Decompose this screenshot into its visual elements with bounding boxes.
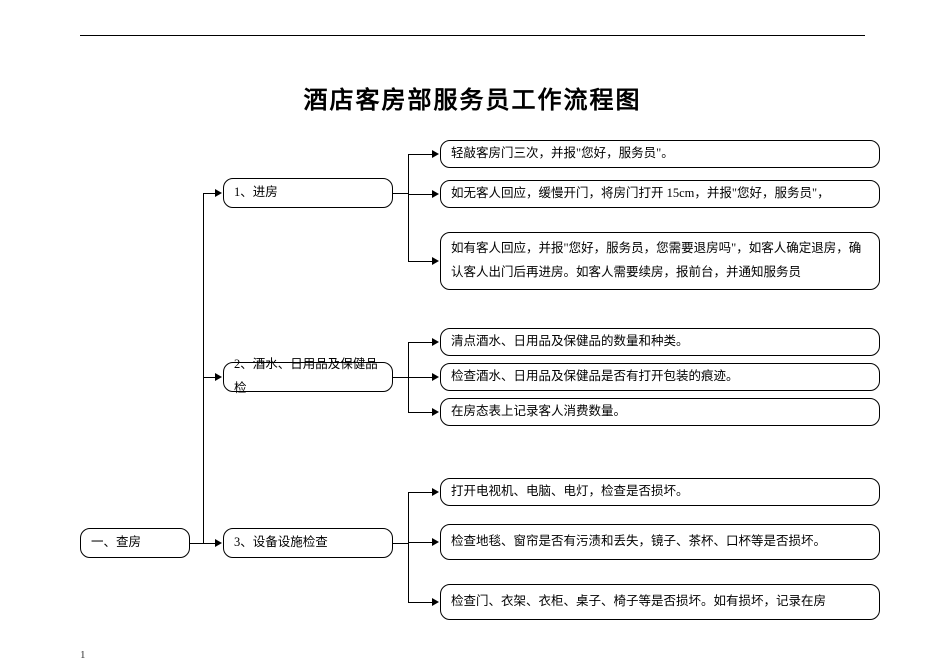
detail-2a: 清点酒水、日用品及保健品的数量和种类。 — [440, 328, 880, 356]
arrow-right-icon — [215, 539, 222, 547]
connector-line — [408, 377, 434, 378]
arrow-right-icon — [215, 189, 222, 197]
step-1-box: 1、进房 — [223, 178, 393, 208]
detail-3b: 检查地毯、窗帘是否有污渍和丢失，镜子、茶杯、口杯等是否损坏。 — [440, 524, 880, 560]
step-3-label: 3、设备设施检查 — [234, 531, 328, 555]
step-3-box: 3、设备设施检查 — [223, 528, 393, 558]
detail-3c: 检查门、衣架、衣柜、桌子、椅子等是否损坏。如有损坏，记录在房 — [440, 584, 880, 620]
step-1-label: 1、进房 — [234, 181, 278, 205]
top-rule — [80, 35, 865, 36]
arrow-right-icon — [432, 373, 439, 381]
connector-line — [408, 492, 409, 602]
connector-line — [408, 412, 434, 413]
arrow-right-icon — [432, 488, 439, 496]
detail-1a-text: 轻敲客房门三次，并报"您好，服务员"。 — [451, 142, 674, 166]
detail-2c: 在房态表上记录客人消费数量。 — [440, 398, 880, 426]
connector-line — [393, 193, 408, 194]
detail-3c-text: 检查门、衣架、衣柜、桌子、椅子等是否损坏。如有损坏，记录在房 — [451, 590, 826, 614]
arrow-right-icon — [432, 408, 439, 416]
detail-1b-text: 如无客人回应，缓慢开门，将房门打开 15cm，并报"您好，服务员"， — [451, 182, 830, 206]
page-footnote: 1 — [80, 649, 86, 661]
connector-line — [408, 492, 434, 493]
connector-line — [408, 261, 434, 262]
arrow-right-icon — [432, 190, 439, 198]
arrow-right-icon — [432, 538, 439, 546]
connector-line — [393, 543, 408, 544]
document-title: 酒店客房部服务员工作流程图 — [0, 80, 945, 115]
connector-line — [408, 154, 434, 155]
connector-line — [408, 542, 434, 543]
connector-line — [408, 194, 434, 195]
detail-1a: 轻敲客房门三次，并报"您好，服务员"。 — [440, 140, 880, 168]
connector-line — [393, 377, 408, 378]
detail-2c-text: 在房态表上记录客人消费数量。 — [451, 400, 626, 424]
step-2-box: 2、酒水、日用品及保健品检 — [223, 362, 393, 392]
detail-2b: 检查酒水、日用品及保健品是否有打开包装的痕迹。 — [440, 363, 880, 391]
detail-3a: 打开电视机、电脑、电灯，检查是否损坏。 — [440, 478, 880, 506]
connector-line — [190, 543, 203, 544]
arrow-right-icon — [432, 257, 439, 265]
connector-line — [408, 342, 434, 343]
arrow-right-icon — [432, 338, 439, 346]
arrow-right-icon — [432, 150, 439, 158]
arrow-right-icon — [432, 598, 439, 606]
arrow-right-icon — [215, 373, 222, 381]
detail-3a-text: 打开电视机、电脑、电灯，检查是否损坏。 — [451, 480, 689, 504]
step-2-label: 2、酒水、日用品及保健品检 — [234, 353, 382, 401]
detail-2b-text: 检查酒水、日用品及保健品是否有打开包装的痕迹。 — [451, 365, 739, 389]
root-label: 一、查房 — [91, 531, 141, 555]
root-box: 一、查房 — [80, 528, 190, 558]
connector-line — [203, 193, 204, 543]
detail-2a-text: 清点酒水、日用品及保健品的数量和种类。 — [451, 330, 689, 354]
connector-line — [408, 154, 409, 261]
connector-line — [408, 602, 434, 603]
detail-1c-text: 如有客人回应，并报"您好，服务员，您需要退房吗"，如客人确定退房，确认客人出门后… — [451, 237, 869, 285]
detail-1b: 如无客人回应，缓慢开门，将房门打开 15cm，并报"您好，服务员"， — [440, 180, 880, 208]
detail-3b-text: 检查地毯、窗帘是否有污渍和丢失，镜子、茶杯、口杯等是否损坏。 — [451, 530, 826, 554]
detail-1c: 如有客人回应，并报"您好，服务员，您需要退房吗"，如客人确定退房，确认客人出门后… — [440, 232, 880, 290]
